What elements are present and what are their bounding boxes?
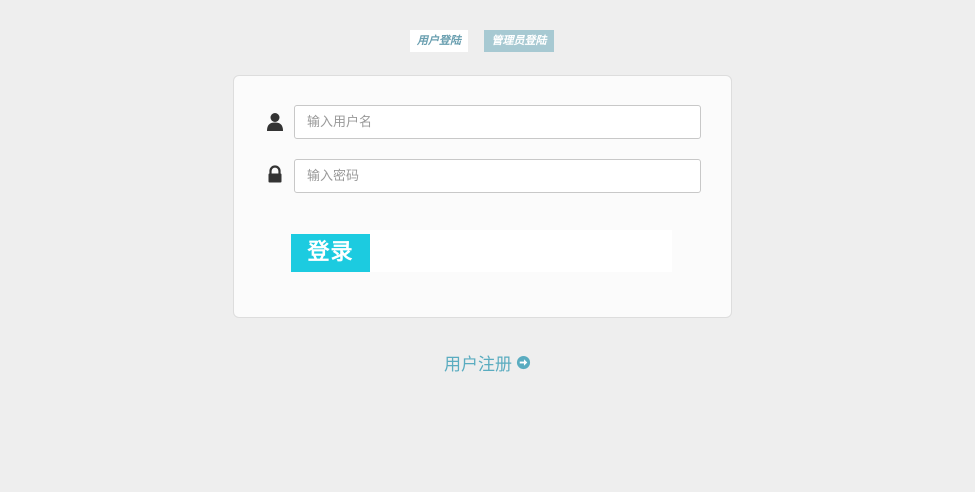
register-link[interactable]: 用户注册 <box>444 350 531 375</box>
lock-icon <box>266 165 284 185</box>
arrow-circle-right-icon <box>516 355 531 370</box>
password-input[interactable] <box>294 159 701 193</box>
register-label: 用户注册 <box>444 355 512 375</box>
login-type-tabs: 用户登陆 管理员登陆 <box>0 30 975 54</box>
login-page: 用户登陆 管理员登陆 登录 用户注册 <box>0 0 975 492</box>
login-button[interactable]: 登录 <box>291 234 370 272</box>
register-link-row: 用户注册 <box>0 350 975 375</box>
tab-user-login[interactable]: 用户登陆 <box>410 30 468 52</box>
login-button-area <box>370 230 672 272</box>
username-input[interactable] <box>294 105 701 139</box>
tab-admin-login[interactable]: 管理员登陆 <box>484 30 554 52</box>
login-form: 登录 <box>233 75 732 318</box>
user-icon <box>266 112 284 132</box>
